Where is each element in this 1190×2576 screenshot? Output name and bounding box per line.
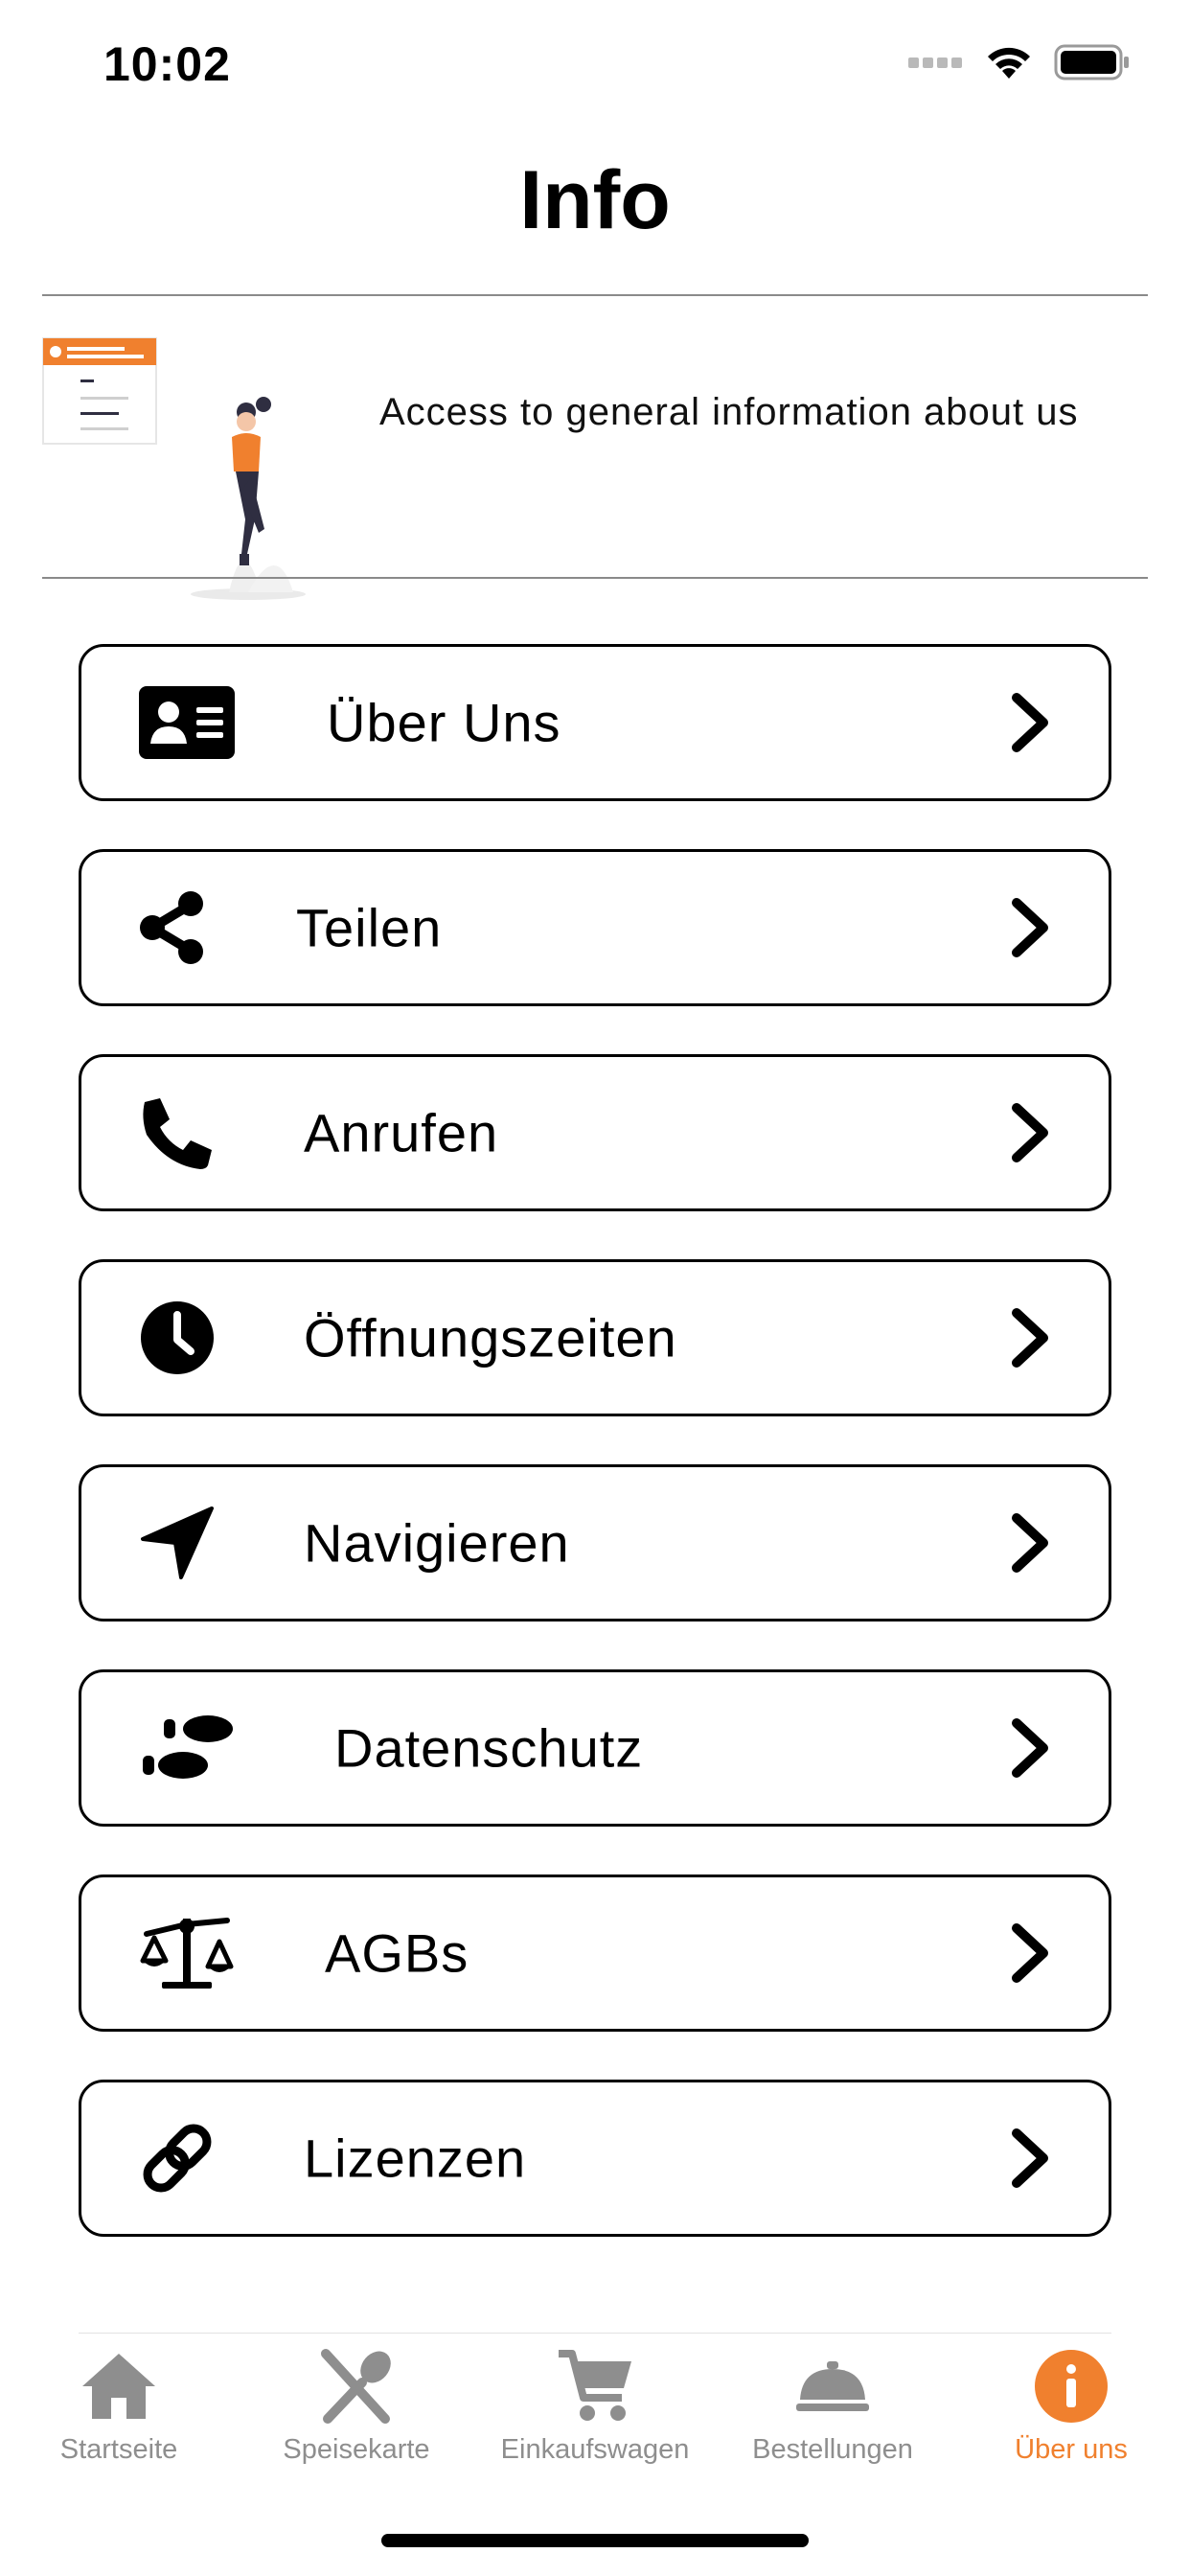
chevron-right-icon xyxy=(1012,1718,1048,1778)
home-indicator[interactable] xyxy=(381,2534,809,2547)
chevron-right-icon xyxy=(1012,1513,1048,1573)
tab-bar: Startseite Speisekarte Einkaufswagen Bes… xyxy=(0,2338,1190,2482)
share-icon xyxy=(139,885,239,971)
link-icon xyxy=(139,2115,239,2201)
status-bar: 10:02 xyxy=(0,0,1190,134)
hero-divider xyxy=(42,577,1148,579)
utensils-icon xyxy=(321,2349,391,2424)
tab-einkaufswagen[interactable]: Einkaufswagen xyxy=(476,2338,714,2482)
status-icons xyxy=(908,44,1131,80)
menu-item-lizenzen[interactable]: Lizenzen xyxy=(79,2080,1111,2237)
tab-label: Bestellungen xyxy=(752,2434,913,2465)
cloche-icon xyxy=(796,2361,869,2411)
menu-item-label: Lizenzen xyxy=(304,2128,527,2189)
clock-icon xyxy=(139,1295,239,1381)
wifi-icon xyxy=(988,47,1030,79)
chevron-right-icon xyxy=(1012,898,1048,957)
id-card-icon xyxy=(139,679,239,766)
menu-item-label: Anrufen xyxy=(304,1102,499,1163)
chevron-right-icon xyxy=(1012,2128,1048,2188)
status-time: 10:02 xyxy=(103,37,231,91)
info-screen: 10:02 Info Access to general information… xyxy=(0,0,1190,2576)
page-title: Info xyxy=(519,154,671,246)
tab-label: Speisekarte xyxy=(283,2434,430,2465)
cart-icon xyxy=(559,2350,631,2421)
menu-item-agbs[interactable]: AGBs xyxy=(79,1874,1111,2032)
menu-item-navigieren[interactable]: Navigieren xyxy=(79,1464,1111,1622)
menu-item-anrufen[interactable]: Anrufen xyxy=(79,1054,1111,1211)
tab-startseite[interactable]: Startseite xyxy=(0,2338,238,2482)
tab-speisekarte[interactable]: Speisekarte xyxy=(238,2338,475,2482)
info-menu: Über Uns Teilen Anrufen Öffnungszeiten N… xyxy=(79,644,1111,2285)
hero-description: Access to general information about us xyxy=(379,391,1079,433)
menu-item-label: Teilen xyxy=(296,897,443,958)
chevron-right-icon xyxy=(1012,1923,1048,1983)
menu-item-label: Über Uns xyxy=(327,692,561,753)
menu-item-label: AGBs xyxy=(325,1922,469,1984)
info-hero: Access to general information about us xyxy=(42,295,1148,600)
balance-scale-icon xyxy=(139,1910,239,1996)
signal-icon xyxy=(908,58,962,68)
menu-item-label: Öffnungszeiten xyxy=(304,1307,677,1368)
footprints-icon xyxy=(139,1705,239,1791)
menu-item-label: Navigieren xyxy=(304,1512,570,1574)
phone-icon xyxy=(139,1090,239,1176)
menu-item-datenschutz[interactable]: Datenschutz xyxy=(79,1669,1111,1827)
chevron-right-icon xyxy=(1012,693,1048,752)
menu-item-label: Datenschutz xyxy=(334,1717,644,1779)
menu-item-ueber-uns[interactable]: Über Uns xyxy=(79,644,1111,801)
tab-bestellungen[interactable]: Bestellungen xyxy=(714,2338,951,2482)
home-icon xyxy=(82,2354,155,2419)
chevron-right-icon xyxy=(1012,1308,1048,1368)
battery-icon xyxy=(1054,44,1129,80)
menu-item-teilen[interactable]: Teilen xyxy=(79,849,1111,1006)
tab-ueber-uns[interactable]: Über uns xyxy=(952,2338,1190,2482)
chevron-right-icon xyxy=(1012,1103,1048,1162)
info-icon xyxy=(1035,2350,1108,2423)
hero-illustration xyxy=(42,337,306,600)
location-arrow-icon xyxy=(139,1500,239,1586)
menu-item-oeffnungszeiten[interactable]: Öffnungszeiten xyxy=(79,1259,1111,1416)
tab-label: Über uns xyxy=(1015,2434,1128,2465)
tabbar-divider xyxy=(79,2333,1111,2334)
tab-label: Startseite xyxy=(59,2434,178,2465)
tab-label: Einkaufswagen xyxy=(500,2434,690,2465)
